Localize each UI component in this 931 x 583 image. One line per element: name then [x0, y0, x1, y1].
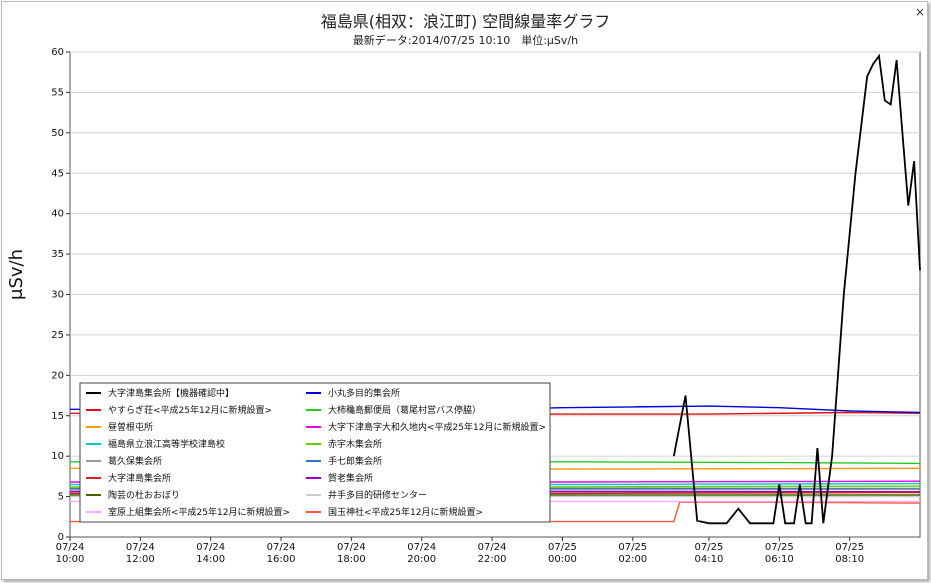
legend-label: 手七郎集会所 [328, 455, 382, 467]
legend-label: 葛久保集会所 [108, 455, 162, 467]
legend-label: 大字下津島字大和久地内<平成25年12月に新規設置> [328, 421, 546, 433]
x-tick-time: 14:00 [196, 554, 225, 565]
x-tick-time: 04:10 [695, 554, 724, 565]
x-tick-date: 07/24 [196, 542, 225, 553]
legend-label: 赤宇木集会所 [328, 438, 382, 450]
legend-label: 小丸多目的集会所 [328, 387, 400, 399]
legend-label: やすらぎ荘<平成25年12月に新規設置> [108, 404, 272, 416]
y-tick-label: 5 [58, 492, 64, 503]
legend-label: 福島県立浪江高等学校津島校 [108, 438, 225, 450]
x-tick-date: 07/24 [56, 542, 85, 553]
x-tick-date: 07/25 [548, 542, 577, 553]
legend-label: 井手多目的研修センター [328, 489, 427, 501]
x-tick-date: 07/24 [337, 542, 366, 553]
y-tick-label: 50 [51, 128, 64, 139]
y-tick-label: 40 [51, 209, 64, 220]
y-tick-label: 30 [51, 290, 64, 301]
y-tick-label: 35 [51, 249, 64, 260]
legend-label: 大柿穐島郵便局（葛尾村営バス停脇） [328, 404, 481, 416]
x-tick-date: 07/24 [267, 542, 296, 553]
x-tick-time: 20:00 [407, 554, 436, 565]
legend-label: 大字津島集会所 [108, 472, 171, 484]
x-tick-time: 02:00 [618, 554, 647, 565]
x-tick-date: 07/25 [835, 542, 864, 553]
x-tick-time: 06:10 [765, 554, 794, 565]
x-tick-date: 07/24 [407, 542, 436, 553]
legend-label: 賀老集会所 [328, 472, 373, 484]
x-tick-time: 10:00 [56, 554, 85, 565]
x-tick-time: 22:00 [478, 554, 507, 565]
x-tick-date: 07/25 [695, 542, 724, 553]
x-tick-time: 16:00 [267, 554, 296, 565]
legend-box [79, 382, 551, 523]
y-tick-label: 55 [51, 87, 64, 98]
y-tick-label: 20 [51, 370, 64, 381]
y-tick-label: 10 [51, 451, 64, 462]
y-tick-label: 25 [51, 330, 64, 341]
x-tick-date: 07/25 [618, 542, 647, 553]
x-tick-time: 08:10 [835, 554, 864, 565]
line-chart: 05101520253035404550556007/2410:0007/241… [51, 47, 921, 565]
legend-label: 国玉神社<平成25年12月に新規設置> [328, 506, 483, 518]
x-tick-time: 18:00 [337, 554, 366, 565]
legend-label: 室原上組集会所<平成25年12月に新規設置> [108, 506, 290, 518]
x-tick-time: 00:00 [548, 554, 577, 565]
y-tick-label: 60 [51, 47, 64, 58]
x-tick-date: 07/24 [126, 542, 155, 553]
legend-label: 大字津島集会所【機器確認中】 [108, 387, 234, 399]
y-tick-label: 45 [51, 168, 64, 179]
legend-label: 陶芸の杜おおぼり [108, 489, 180, 501]
x-tick-date: 07/24 [478, 542, 507, 553]
y-tick-label: 15 [51, 411, 64, 422]
x-tick-time: 12:00 [126, 554, 155, 565]
x-tick-date: 07/25 [765, 542, 794, 553]
legend-label: 昼曽根屯所 [108, 421, 153, 433]
